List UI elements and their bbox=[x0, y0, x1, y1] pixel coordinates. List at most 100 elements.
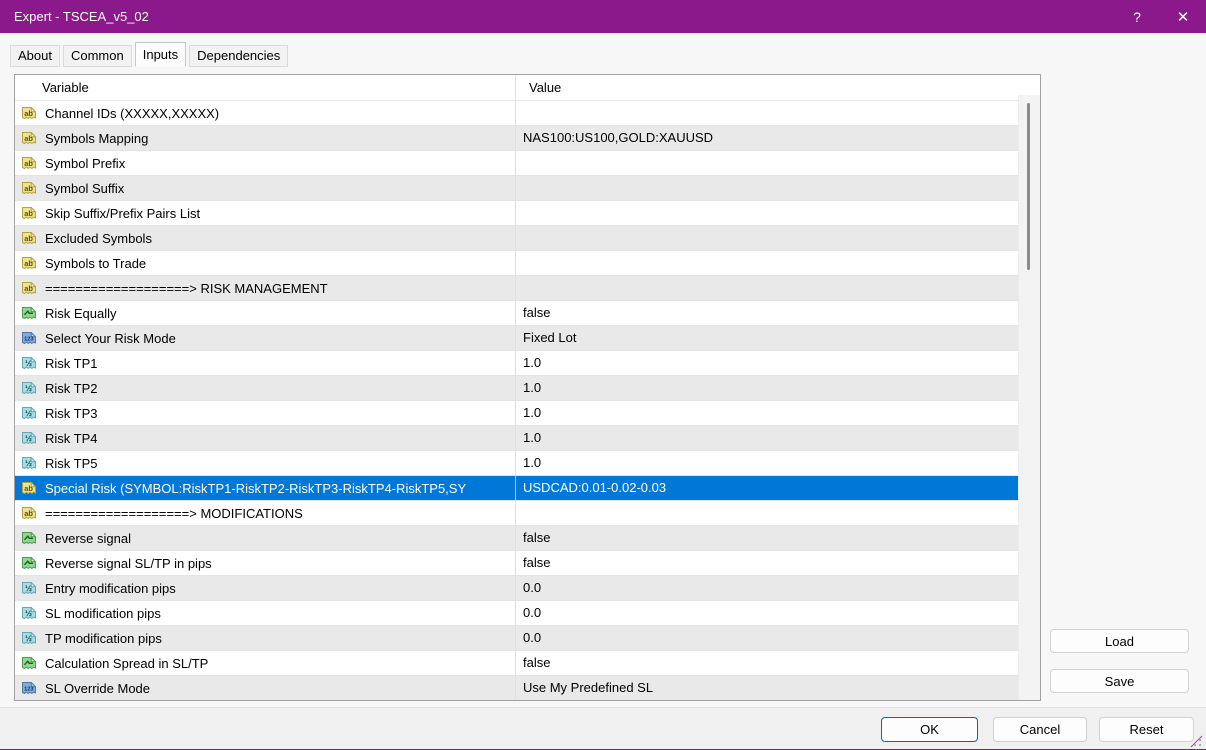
tab-common[interactable]: Common bbox=[63, 45, 132, 67]
expert-properties-dialog: { "colors": { "titlebar": "#8C198C", "se… bbox=[0, 0, 1206, 750]
row-label: Entry modification pips bbox=[45, 581, 515, 596]
table-row[interactable]: abSymbols MappingNAS100:US100,GOLD:XAUUS… bbox=[15, 126, 1018, 151]
svg-text:ab: ab bbox=[24, 134, 33, 143]
row-value bbox=[515, 176, 1018, 200]
row-value: 1.0 bbox=[515, 376, 1018, 400]
string-icon: ab bbox=[21, 205, 37, 221]
svg-text:ab: ab bbox=[24, 259, 33, 268]
table-row[interactable]: abChannel IDs (XXXXX,XXXXX) bbox=[15, 101, 1018, 126]
row-label: TP modification pips bbox=[45, 631, 515, 646]
table-row[interactable]: ab Symbol Prefix bbox=[15, 151, 1018, 176]
table-row[interactable]: ab===================> MODIFICATIONS bbox=[15, 501, 1018, 526]
int-icon: 123 bbox=[21, 330, 37, 346]
tab-dependencies[interactable]: Dependencies bbox=[189, 45, 288, 67]
string-icon: ab bbox=[21, 155, 37, 171]
row-value: false bbox=[515, 551, 1018, 575]
row-value: false bbox=[515, 301, 1018, 325]
table-row[interactable]: abSymbols to Trade bbox=[15, 251, 1018, 276]
row-label: Risk TP3 bbox=[45, 406, 515, 421]
tab-about[interactable]: About bbox=[10, 45, 60, 67]
svg-text:ab: ab bbox=[24, 284, 33, 293]
row-label: Reverse signal bbox=[45, 531, 515, 546]
table-row[interactable]: ½ Risk TP11.0 bbox=[15, 351, 1018, 376]
table-row[interactable]: ab Symbol Suffix bbox=[15, 176, 1018, 201]
row-value: 1.0 bbox=[515, 451, 1018, 475]
string-icon: ab bbox=[21, 255, 37, 271]
row-value bbox=[515, 251, 1018, 275]
close-button[interactable]: ✕ bbox=[1160, 0, 1206, 33]
string-icon: ab bbox=[21, 280, 37, 296]
row-label: Symbols Mapping bbox=[45, 131, 515, 146]
table-row[interactable]: 123 Select Your Risk ModeFixed Lot bbox=[15, 326, 1018, 351]
row-label: Skip Suffix/Prefix Pairs List bbox=[45, 206, 515, 221]
row-value: 0.0 bbox=[515, 576, 1018, 600]
table-row[interactable]: ½ Entry modification pips0.0 bbox=[15, 576, 1018, 601]
row-value bbox=[515, 501, 1018, 525]
svg-text:ab: ab bbox=[24, 184, 33, 193]
table-row[interactable]: ½Risk TP41.0 bbox=[15, 426, 1018, 451]
row-value: false bbox=[515, 651, 1018, 675]
row-label: ===================> RISK MANAGEMENT bbox=[45, 281, 515, 296]
row-value: 0.0 bbox=[515, 601, 1018, 625]
table-row[interactable]: abSpecial Risk (SYMBOL:RiskTP1-RiskTP2-R… bbox=[15, 476, 1018, 501]
row-label: Symbol Prefix bbox=[45, 156, 515, 171]
row-label: Symbol Suffix bbox=[45, 181, 515, 196]
string-icon: ab bbox=[21, 230, 37, 246]
ok-button[interactable]: OK bbox=[881, 717, 978, 742]
table-row[interactable]: ½TP modification pips0.0 bbox=[15, 626, 1018, 651]
resize-grip[interactable] bbox=[1189, 734, 1203, 748]
help-button[interactable]: ? bbox=[1114, 0, 1160, 33]
table-row[interactable]: ½ Risk TP31.0 bbox=[15, 401, 1018, 426]
save-button[interactable]: Save bbox=[1050, 669, 1189, 693]
table-row[interactable]: Calculation Spread in SL/TPfalse bbox=[15, 651, 1018, 676]
table-row[interactable]: ab ===================> RISK MANAGEMENT bbox=[15, 276, 1018, 301]
row-label: Excluded Symbols bbox=[45, 231, 515, 246]
svg-text:ab: ab bbox=[24, 109, 33, 118]
double-icon: ½ bbox=[21, 630, 37, 646]
cancel-button[interactable]: Cancel bbox=[993, 717, 1087, 742]
table-row[interactable]: ab Skip Suffix/Prefix Pairs List bbox=[15, 201, 1018, 226]
double-icon: ½ bbox=[21, 430, 37, 446]
int-icon: 123 bbox=[21, 680, 37, 696]
row-value: USDCAD:0.01-0.02-0.03 bbox=[515, 476, 1018, 500]
table-row[interactable]: 123SL Override ModeUse My Predefined SL bbox=[15, 676, 1018, 700]
titlebar: Expert - TSCEA_v5_02 ? ✕ bbox=[0, 0, 1206, 33]
help-icon: ? bbox=[1133, 9, 1141, 25]
tab-bar: About Common Inputs Dependencies bbox=[10, 42, 291, 67]
row-label: Risk Equally bbox=[45, 306, 515, 321]
scrollbar-track[interactable] bbox=[1018, 95, 1040, 700]
svg-text:½: ½ bbox=[25, 408, 32, 418]
window-title: Expert - TSCEA_v5_02 bbox=[0, 9, 1114, 24]
double-icon: ½ bbox=[21, 355, 37, 371]
row-label: Select Your Risk Mode bbox=[45, 331, 515, 346]
svg-text:½: ½ bbox=[25, 358, 32, 368]
load-button[interactable]: Load bbox=[1050, 629, 1189, 653]
svg-text:ab: ab bbox=[24, 209, 33, 218]
table-row[interactable]: Reverse signal SL/TP in pipsfalse bbox=[15, 551, 1018, 576]
svg-text:123: 123 bbox=[24, 337, 33, 343]
row-label: Risk TP1 bbox=[45, 356, 515, 371]
bool-icon bbox=[21, 555, 37, 571]
row-value: Fixed Lot bbox=[515, 326, 1018, 350]
table-row[interactable]: Risk Equallyfalse bbox=[15, 301, 1018, 326]
scrollbar-thumb[interactable] bbox=[1027, 103, 1030, 270]
table-row[interactable]: Reverse signalfalse bbox=[15, 526, 1018, 551]
table-row[interactable]: ½Risk TP21.0 bbox=[15, 376, 1018, 401]
svg-text:ab: ab bbox=[24, 234, 33, 243]
row-value: 1.0 bbox=[515, 401, 1018, 425]
table-header: Variable Value bbox=[15, 75, 1040, 101]
table-row[interactable]: ab Excluded Symbols bbox=[15, 226, 1018, 251]
table-row[interactable]: ½SL modification pips0.0 bbox=[15, 601, 1018, 626]
tab-inputs[interactable]: Inputs bbox=[135, 42, 186, 67]
double-icon: ½ bbox=[21, 455, 37, 471]
row-label: Special Risk (SYMBOL:RiskTP1-RiskTP2-Ris… bbox=[45, 481, 515, 496]
svg-text:½: ½ bbox=[25, 383, 32, 393]
row-label: SL modification pips bbox=[45, 606, 515, 621]
row-label: Risk TP5 bbox=[45, 456, 515, 471]
inputs-table: Variable Value abChannel IDs (XXXXX,XXXX… bbox=[14, 74, 1041, 701]
column-header-variable: Variable bbox=[15, 75, 515, 100]
reset-button[interactable]: Reset bbox=[1099, 717, 1194, 742]
row-value: 1.0 bbox=[515, 351, 1018, 375]
double-icon: ½ bbox=[21, 580, 37, 596]
table-row[interactable]: ½ Risk TP51.0 bbox=[15, 451, 1018, 476]
